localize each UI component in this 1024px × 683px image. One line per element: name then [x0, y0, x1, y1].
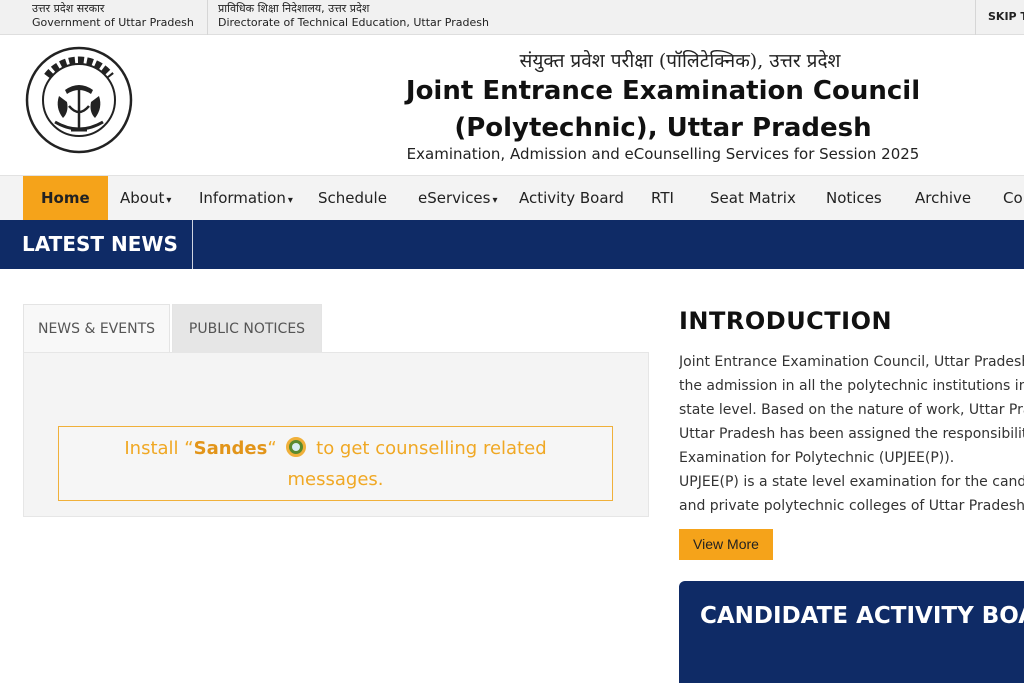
- nav-item-label: Archive: [915, 189, 972, 207]
- nav-item-contact[interactable]: Co: [1003, 176, 1023, 220]
- sandes-app-icon[interactable]: [286, 437, 307, 457]
- nav-item-label: Notices: [826, 189, 882, 207]
- latest-news-label: LATEST NEWS: [22, 232, 178, 256]
- notice-prefix: Install “: [124, 438, 194, 459]
- skip-to-content-link[interactable]: SKIP T: [988, 10, 1024, 23]
- nav-item-label: Home: [41, 189, 90, 207]
- intro-line: state level. Based on the nature of work…: [679, 402, 1024, 418]
- title-line-2: (Polytechnic), Uttar Pradesh: [454, 113, 872, 143]
- notice-after-brand: “: [267, 438, 277, 459]
- dte-hindi-text: प्राविधिक शिक्षा निदेशालय, उत्तर प्रदेश: [218, 2, 370, 15]
- candidate-activity-board: CANDIDATE ACTIVITY BOARD: [679, 581, 1024, 683]
- tab-news-events[interactable]: NEWS & EVENTS: [23, 304, 170, 353]
- intro-line: Uttar Pradesh has been assigned the resp…: [679, 426, 1024, 442]
- intro-line: Joint Entrance Examination Council, Utta…: [679, 354, 1024, 370]
- nav-item-notices[interactable]: Notices: [826, 176, 882, 220]
- chevron-down-icon: ▾: [492, 195, 498, 206]
- chevron-down-icon: ▾: [166, 195, 172, 206]
- title-line-1: Joint Entrance Examination Council: [405, 76, 921, 106]
- nav-item-label: Information: [199, 189, 286, 207]
- chevron-down-icon: ▾: [287, 195, 293, 206]
- site-header: संयुक्त प्रवेश परीक्षा (पॉलिटेक्निक), उत…: [0, 35, 1024, 175]
- gov-english-text: Government of Uttar Pradesh: [32, 16, 194, 29]
- nav-item-label: Activity Board: [519, 189, 624, 207]
- introduction-heading: INTRODUCTION: [679, 307, 893, 335]
- gov-up-block[interactable]: उत्तर प्रदेश सरकार Government of Uttar P…: [32, 2, 194, 30]
- page-title: Joint Entrance Examination Council (Poly…: [380, 73, 946, 147]
- nav-item-label: Seat Matrix: [710, 189, 796, 207]
- nav-item-label: About: [120, 189, 165, 207]
- dte-block[interactable]: प्राविधिक शिक्षा निदेशालय, उत्तर प्रदेश …: [218, 2, 489, 30]
- latest-news-divider: [192, 220, 193, 269]
- nav-item-label: Schedule: [318, 189, 387, 207]
- nav-item-home[interactable]: Home: [23, 176, 108, 220]
- introduction-text: Joint Entrance Examination Council, Utta…: [679, 350, 1024, 518]
- nav-item-label: Co: [1003, 189, 1023, 207]
- nav-item-eservices[interactable]: eServices ▾: [418, 176, 498, 220]
- tab-public-notices[interactable]: PUBLIC NOTICES: [172, 304, 322, 353]
- notice-line-2: messages.: [287, 469, 384, 490]
- nav-item-rti[interactable]: RTI: [651, 176, 674, 220]
- latest-news-bar: LATEST NEWS: [0, 220, 1024, 269]
- activity-board-title: CANDIDATE ACTIVITY BOARD: [700, 603, 1024, 629]
- intro-line: UPJEE(P) is a state level examination fo…: [679, 474, 1024, 490]
- header-subtitle: Examination, Admission and eCounselling …: [406, 145, 920, 163]
- intro-line: Examination for Polytechnic (UPJEE(P)).: [679, 450, 955, 466]
- nav-item-activity-board[interactable]: Activity Board: [519, 176, 624, 220]
- topbar-divider: [207, 0, 208, 35]
- main-navigation: Home About ▾ Information ▾ Schedule eServi…: [0, 175, 1024, 220]
- intro-line: the admission in all the polytechnic ins…: [679, 378, 1024, 394]
- dte-english-text: Directorate of Technical Education, Utta…: [218, 16, 489, 29]
- nav-item-seat-matrix[interactable]: Seat Matrix: [710, 176, 796, 220]
- nav-item-schedule[interactable]: Schedule: [318, 176, 387, 220]
- notice-suffix: to get counselling related: [316, 438, 547, 459]
- top-utility-bar: उत्तर प्रदेश सरकार Government of Uttar P…: [0, 0, 1024, 35]
- hindi-title: संयुक्त प्रवेश परीक्षा (पॉलिटेक्निक), उत…: [519, 50, 841, 72]
- nav-item-label: RTI: [651, 189, 674, 207]
- nav-item-label: eServices: [418, 189, 491, 207]
- nav-item-about[interactable]: About ▾: [120, 176, 171, 220]
- sandes-brand: Sandes: [193, 438, 268, 459]
- nav-item-information[interactable]: Information ▾: [199, 176, 293, 220]
- gov-hindi-text: उत्तर प्रदेश सरकार: [32, 2, 105, 15]
- topbar-divider: [975, 0, 976, 35]
- sandes-notice: Install “Sandes“ to get counselling rela…: [58, 426, 613, 501]
- nav-item-archive[interactable]: Archive: [915, 176, 971, 220]
- view-more-button[interactable]: View More: [679, 529, 773, 560]
- intro-line: and private polytechnic colleges of Utta…: [679, 498, 1024, 514]
- up-government-emblem-icon[interactable]: [25, 46, 133, 154]
